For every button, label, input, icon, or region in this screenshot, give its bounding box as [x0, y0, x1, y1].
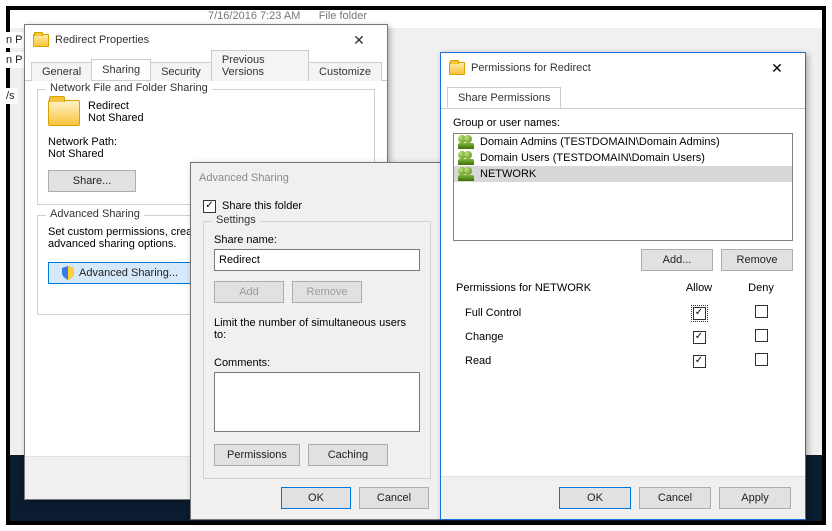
deny-checkbox[interactable] — [755, 329, 768, 342]
deny-checkbox[interactable] — [755, 305, 768, 318]
group-settings: Settings Share name: Add Remove Limit th… — [203, 221, 431, 479]
perm-label: Permissions for NETWORK — [455, 281, 667, 300]
adv-sharing-label: Advanced Sharing... — [79, 267, 178, 279]
list-item-label: Domain Admins (TESTDOMAIN\Domain Admins) — [480, 136, 720, 148]
explorer-date: 7/16/2016 7:23 AM — [208, 10, 300, 22]
tab-share-permissions[interactable]: Share Permissions — [447, 87, 561, 108]
group-label: Advanced Sharing — [46, 208, 144, 220]
list-item[interactable]: NETWORK — [454, 166, 792, 182]
allow-checkbox[interactable] — [693, 355, 706, 368]
group-label: Settings — [212, 214, 260, 226]
folder-icon — [33, 34, 49, 47]
tab-security[interactable]: Security — [150, 62, 212, 81]
dialog-body: Group or user names: Domain Admins (TEST… — [441, 109, 805, 476]
add-button[interactable]: Add... — [641, 249, 713, 271]
perm-name: Read — [455, 350, 667, 372]
tab-customize[interactable]: Customize — [308, 62, 382, 81]
group-label: Network File and Folder Sharing — [46, 82, 212, 94]
tab-previous-versions[interactable]: Previous Versions — [211, 50, 309, 81]
comments-input[interactable] — [214, 372, 420, 432]
tab-general[interactable]: General — [31, 62, 92, 81]
permissions-button[interactable]: Permissions — [214, 444, 300, 466]
perm-row: Full Control — [455, 302, 791, 324]
share-status: Not Shared — [88, 112, 144, 124]
users-icon — [458, 151, 474, 165]
perm-row: Read — [455, 350, 791, 372]
allow-checkbox[interactable] — [693, 331, 706, 344]
allow-checkbox[interactable] — [693, 307, 706, 320]
share-button[interactable]: Share... — [48, 170, 136, 192]
allow-col: Allow — [669, 281, 729, 300]
group-user-label: Group or user names: — [453, 117, 793, 129]
list-item-label: NETWORK — [480, 168, 536, 180]
caching-button[interactable]: Caching — [308, 444, 388, 466]
titlebar[interactable]: Redirect Properties ✕ — [25, 25, 387, 55]
share-name-label: Share name: — [214, 234, 420, 246]
list-item-label: Domain Users (TESTDOMAIN\Domain Users) — [480, 152, 705, 164]
edge-text-2: n P — [4, 52, 25, 68]
share-folder-checkbox[interactable]: Share this folder — [203, 200, 302, 213]
explorer-type: File folder — [319, 10, 367, 22]
cancel-button[interactable]: Cancel — [639, 487, 711, 509]
list-item[interactable]: Domain Users (TESTDOMAIN\Domain Users) — [454, 150, 792, 166]
tabs: General Sharing Security Previous Versio… — [25, 59, 387, 81]
dialog-title: Permissions for Redirect — [471, 62, 757, 74]
dialog-title: Advanced Sharing — [199, 172, 435, 184]
deny-col: Deny — [731, 281, 791, 300]
network-path-value: Not Shared — [48, 148, 364, 160]
user-listbox[interactable]: Domain Admins (TESTDOMAIN\Domain Admins)… — [453, 133, 793, 241]
list-item[interactable]: Domain Admins (TESTDOMAIN\Domain Admins) — [454, 134, 792, 150]
perm-row: Change — [455, 326, 791, 348]
close-icon[interactable]: ✕ — [339, 28, 379, 52]
tab-sharing[interactable]: Sharing — [91, 59, 151, 80]
titlebar[interactable]: Permissions for Redirect ✕ — [441, 53, 805, 83]
shield-icon — [61, 266, 75, 280]
network-path-label: Network Path: — [48, 136, 364, 148]
users-icon — [458, 135, 474, 149]
limit-label: Limit the number of simultaneous users t… — [214, 317, 420, 341]
cancel-button[interactable]: Cancel — [359, 487, 429, 509]
ok-button[interactable]: OK — [281, 487, 351, 509]
remove-button[interactable]: Remove — [721, 249, 793, 271]
perm-name: Change — [455, 326, 667, 348]
folder-icon — [449, 62, 465, 75]
comments-label: Comments: — [214, 357, 420, 369]
apply-button[interactable]: Apply — [719, 487, 791, 509]
share-name: Redirect — [88, 100, 144, 112]
add-button[interactable]: Add — [214, 281, 284, 303]
permissions-table: Permissions for NETWORK Allow Deny Full … — [453, 279, 793, 374]
share-name-input[interactable] — [214, 249, 420, 271]
users-icon — [458, 167, 474, 181]
dialog-body: Share this folder Settings Share name: A… — [191, 193, 443, 495]
advanced-sharing-button[interactable]: Advanced Sharing... — [48, 262, 191, 284]
edge-text-3: /s — [4, 88, 17, 104]
dialog-title: Redirect Properties — [55, 34, 339, 46]
deny-checkbox[interactable] — [755, 353, 768, 366]
checkbox-icon — [203, 200, 216, 213]
close-icon[interactable]: ✕ — [757, 56, 797, 80]
ok-button[interactable]: OK — [559, 487, 631, 509]
tabs: Share Permissions — [441, 87, 805, 109]
perm-name: Full Control — [455, 302, 667, 324]
checkbox-label: Share this folder — [222, 200, 302, 212]
folder-icon — [48, 100, 80, 126]
outer-frame: 7/16/2016 7:23 AM File folder n P n P /s… — [6, 6, 826, 525]
edge-text-1: n P — [4, 32, 25, 48]
remove-button[interactable]: Remove — [292, 281, 362, 303]
dialog-advanced-sharing: Advanced Sharing Share this folder Setti… — [190, 162, 444, 520]
titlebar[interactable]: Advanced Sharing — [191, 163, 443, 193]
dialog-permissions: Permissions for Redirect ✕ Share Permiss… — [440, 52, 806, 520]
